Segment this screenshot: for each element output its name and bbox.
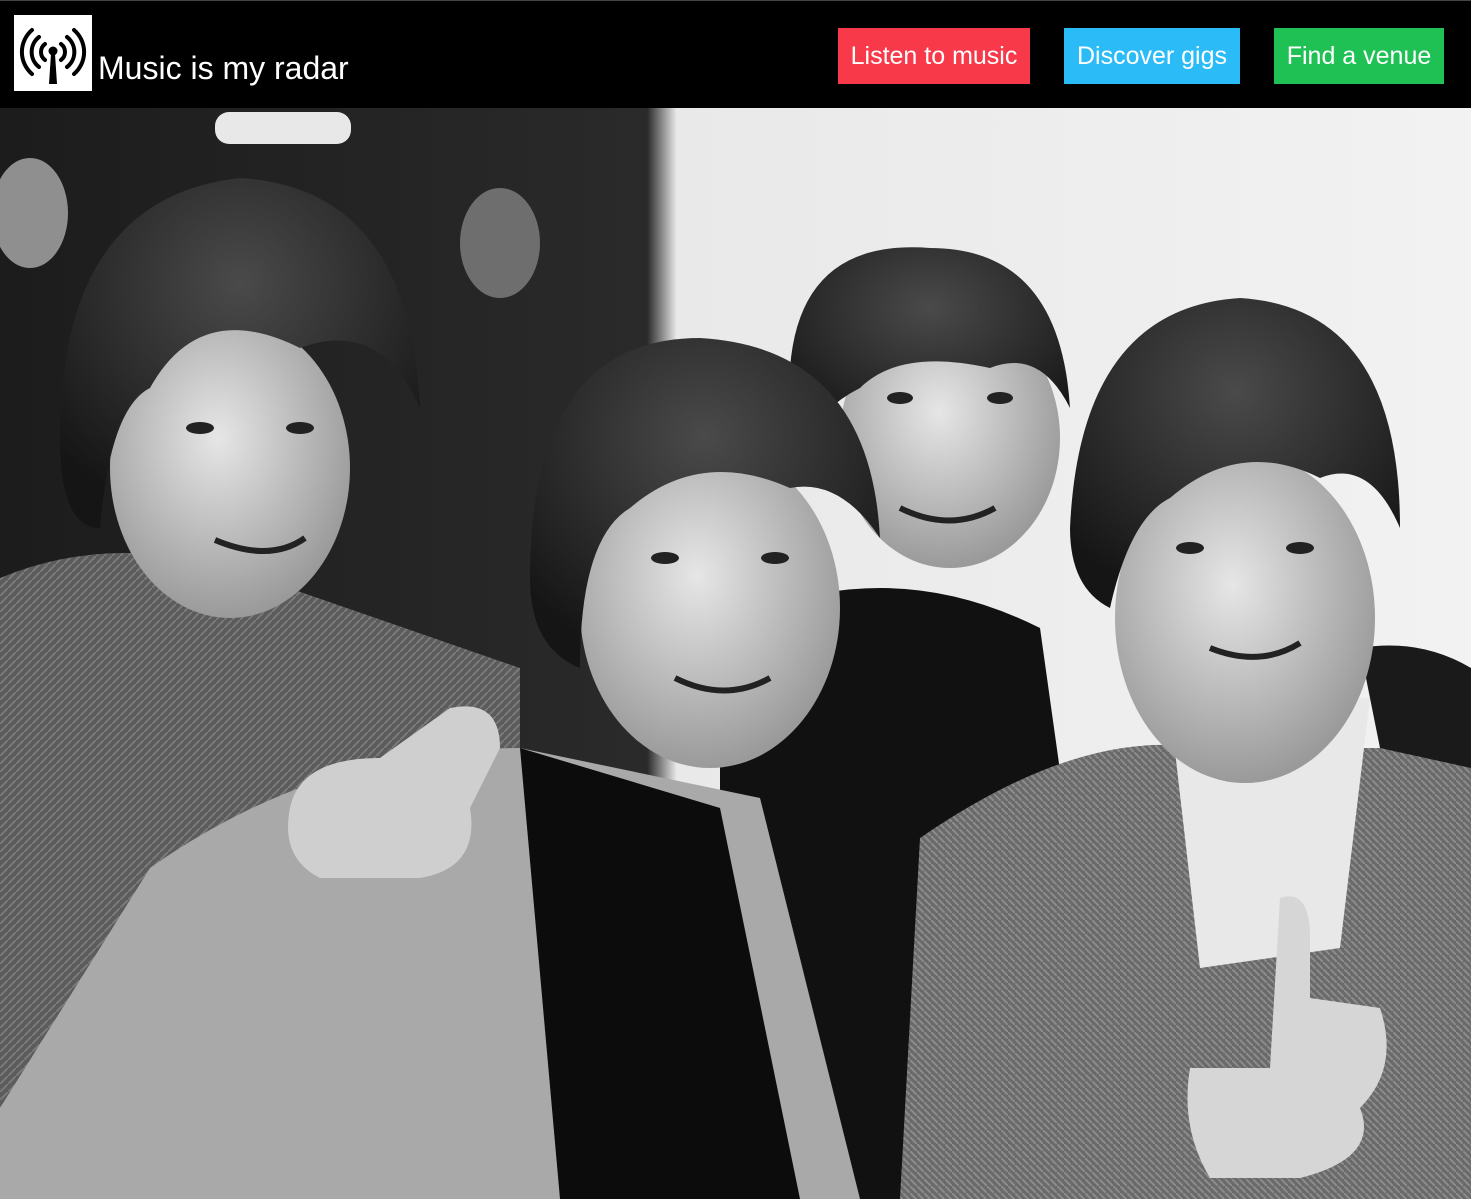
radio-antenna-icon[interactable] xyxy=(14,15,92,91)
hero-band-photo xyxy=(0,108,1471,1199)
site-header: Music is my radar Listen to music Discov… xyxy=(0,0,1471,108)
site-title[interactable]: Music is my radar xyxy=(98,49,349,87)
find-a-venue-button[interactable]: Find a venue xyxy=(1274,28,1444,84)
discover-gigs-button[interactable]: Discover gigs xyxy=(1064,28,1240,84)
listen-to-music-button[interactable]: Listen to music xyxy=(838,28,1030,84)
